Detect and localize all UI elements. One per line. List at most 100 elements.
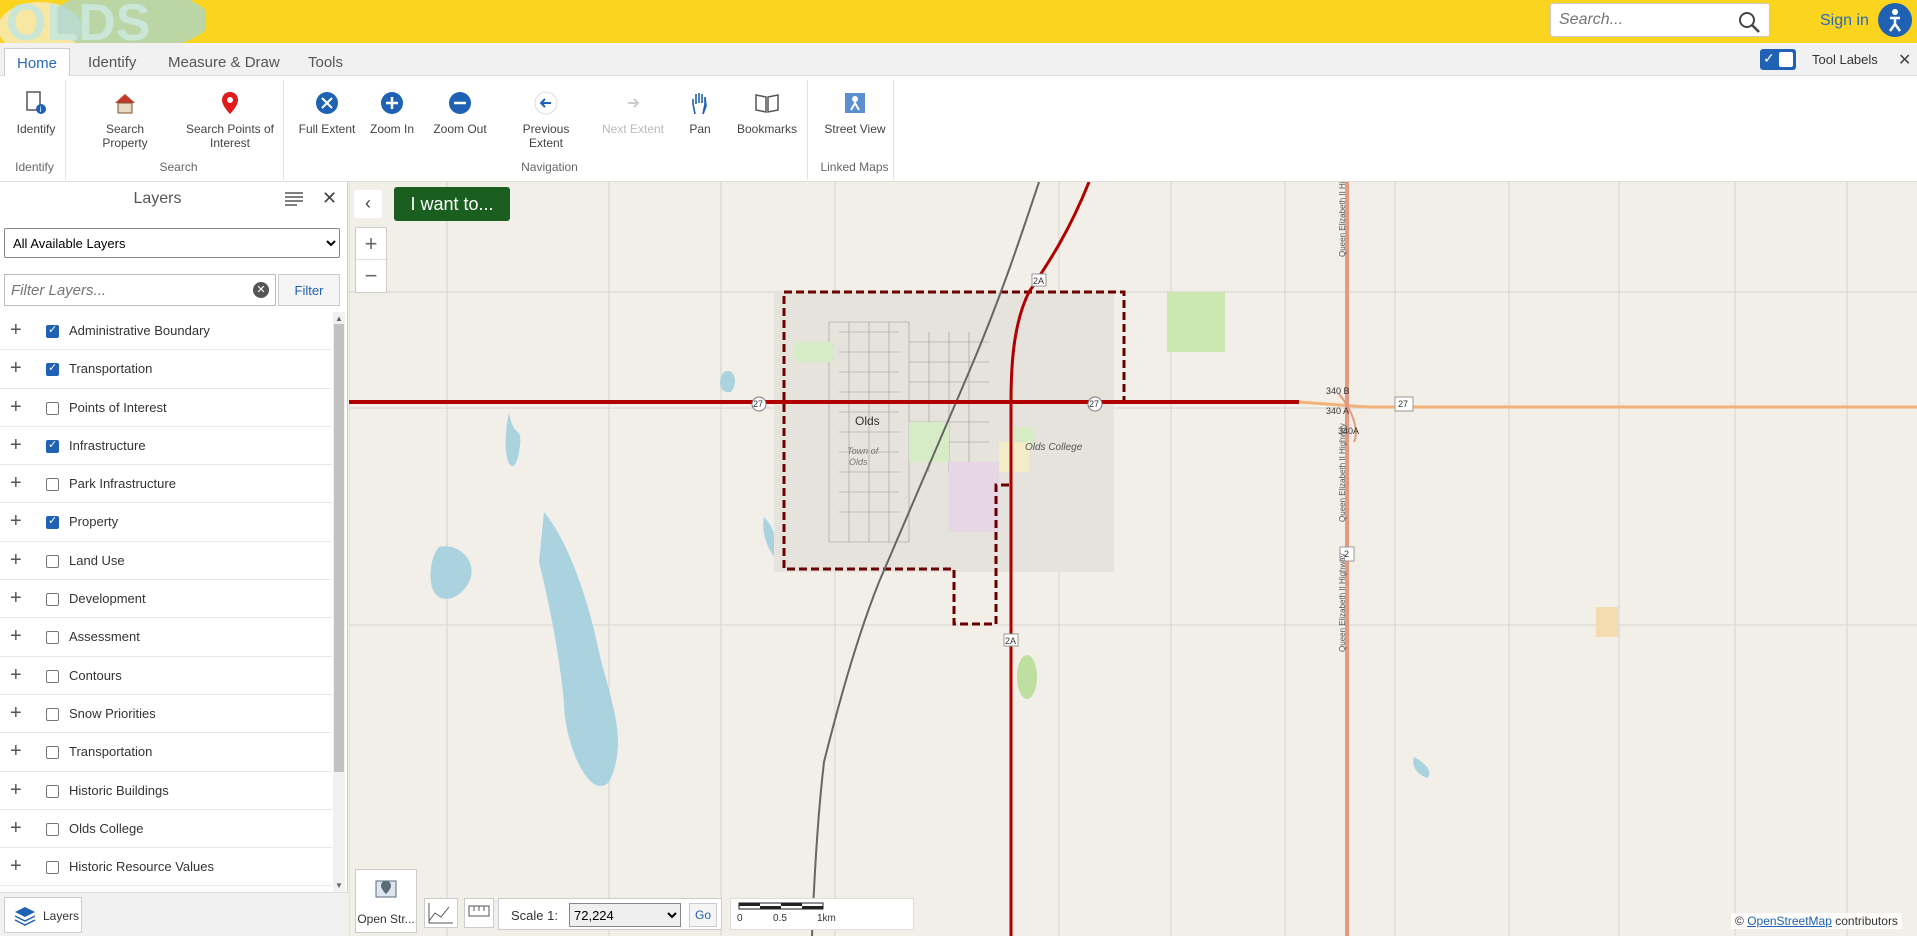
tab-identify[interactable]: Identify bbox=[76, 48, 148, 76]
next-extent-button[interactable]: Next Extent bbox=[600, 90, 666, 136]
layer-row[interactable]: + Infrastructure bbox=[0, 427, 332, 466]
map-view[interactable]: 27 27 27 2A 2A 2 340 B 340 A 340A Queen … bbox=[349, 182, 1917, 936]
clear-filter-icon[interactable]: ✕ bbox=[253, 282, 269, 298]
openstreetmap-link[interactable]: OpenStreetMap bbox=[1747, 914, 1832, 928]
layer-filter-select[interactable]: All Available Layers bbox=[4, 228, 340, 258]
group-navigation: Full Extent Zoom In Zoom Out Previous Ex… bbox=[292, 80, 808, 180]
accessibility-icon[interactable] bbox=[1878, 3, 1912, 37]
full-extent-button[interactable]: Full Extent bbox=[296, 90, 358, 136]
layer-checkbox[interactable] bbox=[46, 514, 59, 530]
collapse-panel-button[interactable]: ‹ bbox=[354, 190, 382, 218]
expand-icon[interactable]: + bbox=[10, 741, 22, 761]
layer-checkbox[interactable] bbox=[46, 593, 59, 607]
scale-control: Scale 1: 72,224 Go bbox=[498, 898, 722, 930]
tab-tools[interactable]: Tools bbox=[296, 48, 355, 76]
filter-button[interactable]: Filter bbox=[278, 274, 340, 306]
layer-checkbox[interactable] bbox=[46, 478, 59, 492]
layer-row[interactable]: + Olds College bbox=[0, 810, 332, 849]
basemap-switcher[interactable]: Open Str... bbox=[355, 869, 417, 933]
scale-select[interactable]: 72,224 bbox=[569, 903, 681, 927]
book-icon bbox=[732, 90, 802, 116]
identify-icon: i bbox=[10, 90, 62, 116]
town-of-olds-label: Town of bbox=[847, 446, 880, 456]
scale-toggle-button[interactable] bbox=[464, 898, 494, 928]
search-box[interactable] bbox=[1550, 3, 1770, 37]
layer-row[interactable]: + Land Use bbox=[0, 542, 332, 581]
pan-button[interactable]: Pan bbox=[678, 90, 722, 136]
menu-icon[interactable] bbox=[285, 192, 303, 209]
layer-row[interactable]: + Administrative Boundary bbox=[0, 312, 332, 351]
search-property-button[interactable]: Search Property bbox=[82, 90, 168, 150]
expand-icon[interactable]: + bbox=[10, 856, 22, 876]
layer-checkbox[interactable] bbox=[46, 361, 59, 377]
layer-checkbox[interactable] bbox=[46, 822, 59, 836]
search-poi-button[interactable]: Search Points of Interest bbox=[184, 90, 276, 150]
layer-row[interactable]: + Contours bbox=[0, 657, 332, 695]
layer-checkbox[interactable] bbox=[46, 438, 59, 453]
scrollbar[interactable]: ▲ ▼ bbox=[333, 312, 345, 892]
scale-go-button[interactable]: Go bbox=[689, 903, 717, 927]
layer-checkbox[interactable] bbox=[46, 784, 59, 798]
layers-tab[interactable]: Layers bbox=[4, 897, 82, 933]
layers-icon bbox=[14, 907, 36, 926]
close-panel-icon[interactable]: ✕ bbox=[322, 188, 337, 209]
layer-row[interactable]: + Property bbox=[0, 503, 332, 542]
layer-name: Points of Interest bbox=[69, 399, 167, 415]
zoom-out-button[interactable]: Zoom Out bbox=[430, 90, 490, 136]
close-ribbon-icon[interactable]: ✕ bbox=[1898, 50, 1911, 70]
expand-icon[interactable]: + bbox=[10, 550, 22, 570]
layer-checkbox[interactable] bbox=[46, 554, 59, 568]
sign-in-link[interactable]: Sign in bbox=[1820, 12, 1869, 30]
map-zoom-in-button[interactable]: + bbox=[356, 228, 386, 260]
layer-checkbox[interactable] bbox=[46, 401, 59, 415]
search-input[interactable] bbox=[1551, 4, 1731, 36]
map-zoom-control: + − bbox=[355, 227, 387, 293]
map-zoom-out-button[interactable]: − bbox=[356, 260, 386, 292]
expand-icon[interactable]: + bbox=[10, 511, 22, 531]
layer-checkbox[interactable] bbox=[46, 323, 59, 338]
olds-logo[interactable]: OLDS bbox=[0, 0, 206, 43]
expand-icon[interactable]: + bbox=[10, 397, 22, 417]
layer-row[interactable]: + Park Infrastructure bbox=[0, 465, 332, 504]
layer-row[interactable]: + Points of Interest bbox=[0, 389, 332, 427]
expand-icon[interactable]: + bbox=[10, 665, 22, 685]
layer-row[interactable]: + Development bbox=[0, 580, 332, 619]
layer-name: Snow Priorities bbox=[69, 705, 156, 721]
expand-icon[interactable]: + bbox=[10, 703, 22, 723]
layer-checkbox[interactable] bbox=[46, 861, 59, 875]
zoom-in-button[interactable]: Zoom In bbox=[364, 90, 420, 136]
tab-home[interactable]: Home bbox=[4, 48, 71, 76]
layer-checkbox[interactable] bbox=[46, 669, 59, 683]
scale-icon bbox=[468, 905, 490, 917]
layer-row[interactable]: + Transportation bbox=[0, 350, 332, 389]
scrollbar-thumb[interactable] bbox=[334, 324, 344, 772]
tab-measure-draw[interactable]: Measure & Draw bbox=[156, 48, 292, 76]
previous-extent-button[interactable]: Previous Extent bbox=[504, 90, 588, 150]
expand-icon[interactable]: + bbox=[10, 473, 22, 493]
expand-icon[interactable]: + bbox=[10, 435, 22, 455]
filter-layers-input[interactable] bbox=[5, 275, 245, 305]
expand-icon[interactable]: + bbox=[10, 358, 22, 378]
expand-icon[interactable]: + bbox=[10, 626, 22, 646]
expand-icon[interactable]: + bbox=[10, 780, 22, 800]
layer-checkbox[interactable] bbox=[46, 631, 59, 645]
expand-icon[interactable]: + bbox=[10, 588, 22, 608]
layer-row[interactable]: + Historic Resource Values bbox=[0, 848, 332, 887]
layer-row[interactable]: + Historic Buildings bbox=[0, 772, 332, 810]
tool-labels-toggle[interactable]: ✓ bbox=[1760, 49, 1796, 70]
layer-row[interactable]: + Snow Priorities bbox=[0, 695, 332, 734]
layer-checkbox[interactable] bbox=[46, 746, 59, 760]
expand-icon[interactable]: + bbox=[10, 818, 22, 838]
bookmarks-button[interactable]: Bookmarks bbox=[732, 90, 802, 136]
overview-map-button[interactable] bbox=[424, 898, 458, 928]
street-view-button[interactable]: Street View bbox=[824, 90, 886, 136]
layer-row[interactable]: + Assessment bbox=[0, 618, 332, 657]
identify-button[interactable]: i Identify bbox=[10, 90, 62, 136]
expand-icon[interactable]: + bbox=[10, 320, 22, 340]
layer-checkbox[interactable] bbox=[46, 707, 59, 721]
i-want-to-button[interactable]: I want to... bbox=[394, 187, 510, 221]
map-canvas[interactable]: 27 27 27 2A 2A 2 340 B 340 A 340A Queen … bbox=[349, 182, 1917, 936]
search-icon[interactable] bbox=[1737, 10, 1761, 37]
shield-2a-north: 2A bbox=[1033, 276, 1044, 286]
layer-row[interactable]: + Transportation bbox=[0, 733, 332, 772]
